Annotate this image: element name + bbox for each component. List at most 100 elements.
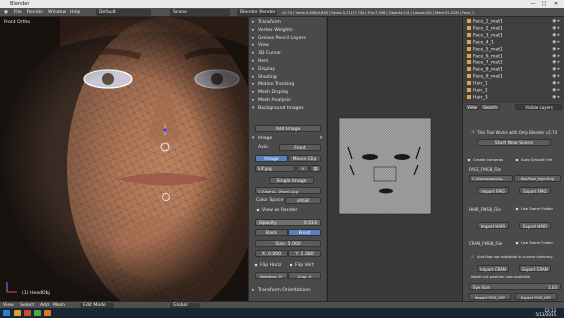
import-cran-button[interactable]: Import CRAN [477, 265, 509, 272]
visibility-icon[interactable]: ◉ ▸ [552, 54, 560, 61]
visibility-icon[interactable]: ◉ ▸ [552, 19, 560, 26]
create-cameras-checkbox[interactable]: Create cameras [467, 156, 513, 163]
outliner-item[interactable]: Hair_2 ◉ ▸ [465, 88, 563, 95]
visibility-icon[interactable]: ◉ ▸ [552, 26, 560, 33]
offset-y-field[interactable]: Y: 1.380 [288, 250, 321, 257]
taskbar: 12:13 5/13/2015 [0, 308, 564, 318]
visibility-icon[interactable]: ◉ ▸ [552, 95, 560, 102]
panel-transform[interactable]: ▸ Transform [252, 19, 325, 26]
export-hair-button[interactable]: Export HAIR [519, 222, 551, 229]
close-button[interactable]: ✕ [551, 1, 561, 7]
panel-grease-pencil-layers[interactable]: ▸ Grease Pencil Layers [252, 35, 325, 42]
view-as-render-checkbox[interactable]: View as Render [252, 207, 325, 214]
open-image-button[interactable]: ▤ [310, 165, 321, 172]
import-hair-button[interactable]: Import HAIR [477, 222, 509, 229]
start-new-scene-button[interactable]: Start New Scene [477, 139, 551, 146]
outliner-item[interactable]: Face_3_mat1 ◉ ▸ [465, 32, 563, 40]
visibility-icon[interactable]: ◉ ▸ [552, 81, 560, 88]
axis-select[interactable]: Front [279, 144, 321, 151]
cran-same-folder-checkbox[interactable]: Use Same Folder [515, 239, 563, 246]
panel-display[interactable]: ▸ Display [252, 66, 325, 73]
bg-image-item[interactable]: ▾ Image ✕ [252, 135, 325, 142]
crop-field[interactable]: Crop: 0 [288, 272, 321, 279]
size-field[interactable]: Size: 5.000 [255, 240, 321, 247]
flip-vertical-checkbox[interactable]: Flip Vert [289, 262, 325, 269]
face-file-field[interactable]: Bar/face_high.fmg [514, 175, 561, 182]
hair-same-folder-checkbox[interactable]: Use Same Folder [515, 205, 563, 212]
explorer-icon[interactable] [14, 310, 21, 316]
outliner-item[interactable]: Face_6_mat1 ◉ ▸ [465, 53, 563, 61]
tab-search[interactable]: Search [480, 104, 500, 110]
uv-image-editor[interactable] [327, 17, 461, 301]
menu-window[interactable]: Window [48, 10, 66, 15]
blender-icon[interactable] [44, 310, 51, 316]
source-image-button[interactable]: Image [255, 155, 288, 162]
outliner-item[interactable]: Face_5_mat1 ◉ ▸ [465, 46, 563, 54]
visibility-icon[interactable]: ◉ ▸ [552, 88, 560, 95]
menu-file[interactable]: File [14, 10, 22, 15]
image-datablock-field[interactable]: kif.jpg [255, 165, 295, 172]
visibility-icon[interactable]: ◉ ▸ [552, 60, 560, 67]
outliner-item[interactable]: Hair_1 ◉ ▸ [465, 81, 563, 88]
blender-logo-icon[interactable]: ◉ [4, 10, 8, 15]
offset-x-field[interactable]: X: 0.000 [255, 250, 288, 257]
panel-background-images[interactable]: ▾ Background Images [252, 105, 325, 112]
3d-viewport[interactable]: Front Ortho (1) HeadObj [0, 17, 248, 301]
panel-mesh-analysis[interactable]: ▸ Mesh Analysis [252, 97, 325, 104]
panel-item[interactable]: ▸ Item [252, 58, 325, 65]
browser-icon[interactable] [24, 310, 31, 316]
menu-help[interactable]: Help [70, 10, 80, 15]
render-engine-select[interactable]: Blender Render [237, 9, 277, 16]
tab-view[interactable]: View [465, 104, 479, 110]
auto-smooth-checkbox[interactable]: Auto Smooth He [515, 156, 563, 163]
outliner-item[interactable]: Hair_3 ◉ ▸ [465, 94, 563, 102]
tab-visible-layers[interactable]: Visible Layers [515, 104, 563, 110]
visibility-icon[interactable]: ◉ ▸ [552, 74, 560, 81]
panel-motion-tracking[interactable]: ▸ Motion Tracking [252, 81, 325, 88]
maximize-button[interactable]: □ [539, 1, 549, 7]
rotation-field[interactable]: Rotation: 0° [255, 272, 288, 279]
outliner-item[interactable]: Face_1_mat1 ◉ ▸ [465, 19, 563, 26]
panel-view[interactable]: ▸ View [252, 42, 325, 49]
visibility-icon[interactable]: ◉ ▸ [552, 40, 560, 47]
mesh-object-icon [467, 60, 471, 65]
start-icon[interactable] [3, 310, 10, 316]
export-fmg-button[interactable]: Export FMG [519, 187, 551, 194]
app-icon[interactable] [34, 310, 41, 316]
transform-orientations-panel[interactable]: ▸ Transform Orientations [252, 287, 325, 294]
visibility-icon[interactable]: ◉ ▸ [552, 47, 560, 54]
back-button[interactable]: Back [255, 229, 288, 236]
export-pgs-button[interactable]: Export PGS_OFF [515, 293, 557, 300]
panel-mesh-display[interactable]: ▸ Mesh Display [252, 89, 325, 96]
import-pgs-button[interactable]: Import PGS_OFF [469, 293, 511, 300]
color-space-select[interactable]: sRGB [285, 197, 321, 204]
mesh-object-icon [467, 81, 471, 86]
layout-select[interactable]: Default [96, 9, 151, 16]
visibility-icon[interactable]: ◉ ▸ [552, 33, 560, 40]
mesh-object-icon [467, 19, 471, 23]
panel-3d-cursor[interactable]: ▸ 3D Cursor [252, 50, 325, 57]
file-path-field[interactable]: C:\Users\...\Face1.jpg [255, 187, 321, 194]
eye-size-field[interactable]: Eye Size 1.03 [469, 283, 561, 290]
scene-select[interactable]: Scene [170, 9, 230, 16]
menu-render[interactable]: Render [27, 10, 43, 15]
visibility-icon[interactable]: ◉ ▸ [552, 67, 560, 74]
export-cran-button[interactable]: Export CRAN [519, 265, 551, 272]
front-button[interactable]: Front [288, 229, 321, 236]
single-image-select[interactable]: Single Image [269, 177, 314, 184]
outliner-item[interactable]: Face_4_1 ◉ ▸ [465, 39, 563, 47]
new-image-button[interactable]: + [297, 165, 309, 172]
face-path-field[interactable]: C:\Users\user\Ap... [469, 175, 513, 182]
add-image-button[interactable]: Add Image [255, 125, 321, 132]
import-fmg-button[interactable]: Import FMG [477, 187, 509, 194]
outliner-item[interactable]: Face_8_mat1 ◉ ▸ [465, 67, 563, 74]
outliner-item[interactable]: Face_2_mat1 ◉ ▸ [465, 25, 563, 33]
panel-vertex-weights[interactable]: ▸ Vertex Weights [252, 27, 325, 34]
source-clip-button[interactable]: Movie Clip [288, 155, 321, 162]
opacity-slider[interactable]: Opacity 0.514 [255, 219, 321, 226]
minimize-button[interactable]: — [528, 1, 538, 7]
outliner-item[interactable]: Face_7_mat1 ◉ ▸ [465, 60, 563, 67]
outliner[interactable]: Face_1_mat1 ◉ ▸ Face_2_mat1 ◉ ▸ Face_3_mat1 ◉… [462, 17, 564, 103]
outliner-item[interactable]: Face_9_mat1 ◉ ▸ [465, 74, 563, 81]
panel-shading[interactable]: ▸ Shading [252, 74, 325, 81]
